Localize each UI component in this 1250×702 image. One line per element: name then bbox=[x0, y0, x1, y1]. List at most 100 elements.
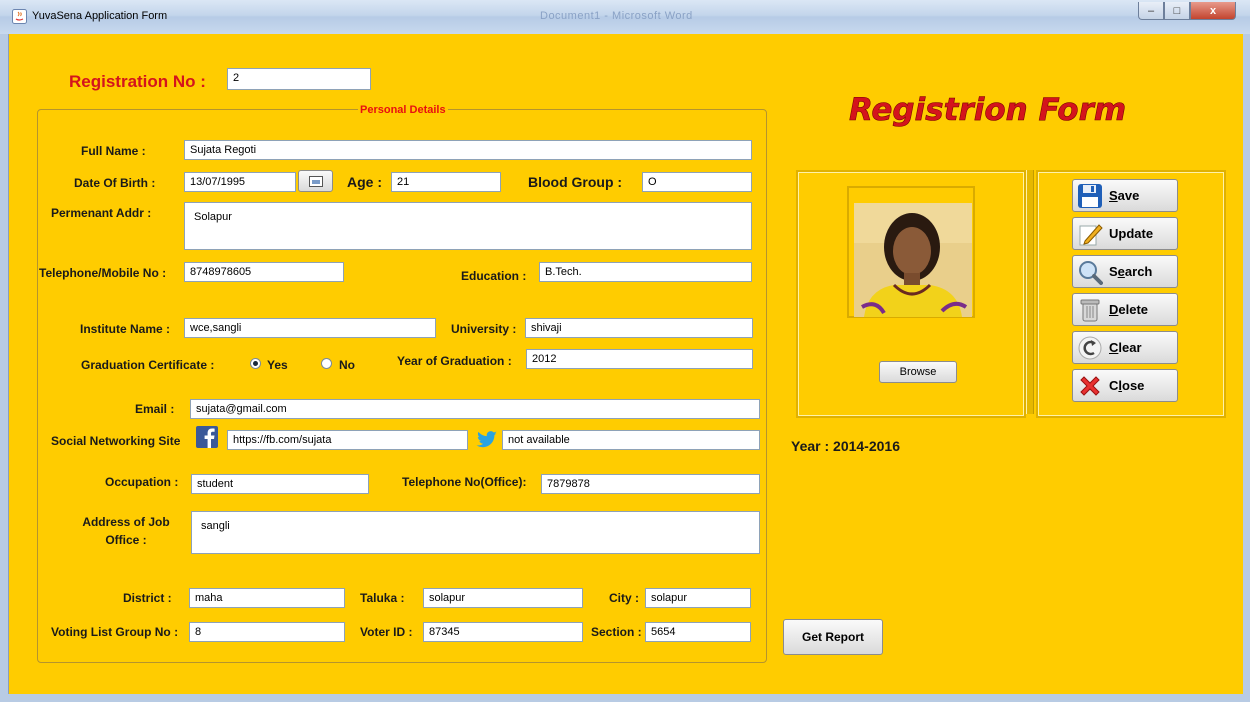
save-mnemonic: S bbox=[1109, 188, 1118, 203]
twitter-field[interactable]: not available bbox=[502, 430, 760, 450]
graduation-certificate-label: Graduation Certificate : bbox=[81, 358, 215, 372]
taluka-field[interactable]: solapur bbox=[423, 588, 583, 608]
pencil-edit-icon bbox=[1077, 221, 1103, 247]
occupation-label: Occupation : bbox=[105, 475, 179, 489]
delete-label: elete bbox=[1118, 302, 1149, 317]
dob-label: Date Of Birth : bbox=[74, 176, 156, 190]
district-field[interactable]: maha bbox=[189, 588, 345, 608]
personal-details-legend: Personal Details bbox=[358, 104, 448, 116]
window-frame: Registration No : 2 Registrion Form Pers… bbox=[0, 34, 1250, 702]
search-mnemonic: e bbox=[1117, 264, 1125, 279]
photo-frame bbox=[847, 186, 975, 318]
telephone-field[interactable]: 8748978605 bbox=[184, 262, 344, 282]
personal-details-group bbox=[37, 109, 767, 663]
photo-panel: Browse bbox=[796, 170, 1026, 418]
action-panel: Save Update Search Delete Clear Close bbox=[1036, 170, 1226, 418]
close-window-button[interactable]: x bbox=[1190, 2, 1236, 20]
close-label: ose bbox=[1122, 378, 1145, 393]
graduation-no-label: No bbox=[339, 358, 355, 372]
section-field[interactable]: 5654 bbox=[645, 622, 751, 642]
registration-form-heading: Registrion Form bbox=[849, 92, 1127, 129]
red-x-icon bbox=[1077, 373, 1103, 399]
full-name-label: Full Name : bbox=[81, 144, 146, 158]
education-label: Education : bbox=[461, 269, 527, 283]
district-label: District : bbox=[123, 591, 172, 605]
registration-label: Registration No : bbox=[69, 72, 206, 91]
background-window-title: Document1 - Microsoft Word bbox=[540, 10, 693, 22]
permanent-address-label: Permenant Addr : bbox=[51, 206, 152, 220]
voting-group-label: Voting List Group No : bbox=[51, 625, 179, 639]
delete-mnemonic: D bbox=[1109, 302, 1119, 317]
university-field[interactable]: shivaji bbox=[525, 318, 753, 338]
taluka-label: Taluka : bbox=[360, 591, 405, 605]
facebook-icon bbox=[196, 426, 218, 448]
twitter-icon bbox=[476, 431, 497, 448]
undo-arrow-icon bbox=[1077, 335, 1103, 361]
window-title: YuvaSena Application Form bbox=[32, 10, 168, 22]
job-address-label-line2: Office : bbox=[105, 533, 147, 547]
occupation-field[interactable]: student bbox=[191, 474, 369, 494]
age-field[interactable]: 21 bbox=[391, 172, 501, 192]
dob-field[interactable]: 13/07/1995 bbox=[184, 172, 296, 192]
year-of-graduation-field[interactable]: 2012 bbox=[526, 349, 753, 369]
graduation-no-radio[interactable] bbox=[321, 358, 332, 369]
graduation-yes-radio[interactable] bbox=[250, 358, 261, 369]
year-label: Year : 2014-2016 bbox=[791, 438, 900, 454]
splitter-handle[interactable] bbox=[1026, 170, 1034, 414]
title-bar: YuvaSena Application Form Document1 - Mi… bbox=[0, 0, 1250, 35]
institute-field[interactable]: wce,sangli bbox=[184, 318, 436, 338]
blood-group-field[interactable]: O bbox=[642, 172, 752, 192]
age-label: Age : bbox=[347, 174, 382, 190]
clear-mnemonic: C bbox=[1109, 340, 1119, 355]
voter-id-field[interactable]: 87345 bbox=[423, 622, 583, 642]
floppy-disk-icon bbox=[1077, 183, 1103, 209]
close-prefix: C bbox=[1109, 378, 1119, 393]
full-name-field[interactable]: Sujata Regoti bbox=[184, 140, 752, 160]
java-app-icon bbox=[12, 9, 27, 24]
browse-button[interactable]: Browse bbox=[879, 361, 957, 383]
close-button[interactable]: Close bbox=[1072, 369, 1178, 402]
telephone-office-field[interactable]: 7879878 bbox=[541, 474, 760, 494]
form-content: Registration No : 2 Registrion Form Pers… bbox=[8, 34, 1243, 694]
permanent-address-field[interactable]: Solapur bbox=[184, 202, 752, 250]
trash-can-icon bbox=[1077, 297, 1103, 323]
search-label: arch bbox=[1124, 264, 1153, 279]
registration-number-field[interactable]: 2 bbox=[227, 68, 371, 90]
save-label: ave bbox=[1117, 188, 1140, 203]
city-field[interactable]: solapur bbox=[645, 588, 751, 608]
telephone-office-label: Telephone No(Office): bbox=[402, 475, 527, 489]
education-field[interactable]: B.Tech. bbox=[539, 262, 752, 282]
email-field[interactable]: sujata@gmail.com bbox=[190, 399, 760, 419]
email-label: Email : bbox=[135, 402, 175, 416]
institute-label: Institute Name : bbox=[80, 322, 171, 336]
job-address-label-line1: Address of Job bbox=[82, 515, 170, 529]
maximize-button[interactable]: □ bbox=[1164, 2, 1190, 20]
social-networking-label: Social Networking Site bbox=[51, 434, 181, 448]
clear-label: lear bbox=[1118, 340, 1142, 355]
profile-photo bbox=[854, 203, 972, 317]
section-label: Section : bbox=[591, 625, 642, 639]
voting-group-field[interactable]: 8 bbox=[189, 622, 345, 642]
delete-button[interactable]: Delete bbox=[1072, 293, 1178, 326]
job-address-field[interactable]: sangli bbox=[191, 511, 760, 554]
search-button[interactable]: Search bbox=[1072, 255, 1178, 288]
university-label: University : bbox=[451, 322, 517, 336]
telephone-label: Telephone/Mobile No : bbox=[39, 266, 167, 280]
calendar-icon bbox=[308, 175, 323, 187]
update-label: Update bbox=[1109, 226, 1154, 241]
date-picker-button[interactable] bbox=[298, 170, 333, 192]
graduation-yes-label: Yes bbox=[267, 358, 288, 372]
facebook-url-field[interactable]: https://fb.com/sujata bbox=[227, 430, 468, 450]
get-report-button[interactable]: Get Report bbox=[783, 619, 883, 655]
search-prefix: S bbox=[1109, 264, 1118, 279]
minimize-button[interactable]: – bbox=[1138, 2, 1164, 20]
blood-group-label: Blood Group : bbox=[528, 174, 623, 190]
year-of-graduation-label: Year of Graduation : bbox=[397, 354, 512, 368]
city-label: City : bbox=[609, 591, 639, 605]
window-controls: – □ x bbox=[1138, 2, 1236, 20]
heading-text: Registrion Form bbox=[849, 92, 1126, 128]
update-button[interactable]: Update bbox=[1072, 217, 1178, 250]
save-button[interactable]: Save bbox=[1072, 179, 1178, 212]
clear-button[interactable]: Clear bbox=[1072, 331, 1178, 364]
magnifier-icon bbox=[1077, 259, 1103, 285]
